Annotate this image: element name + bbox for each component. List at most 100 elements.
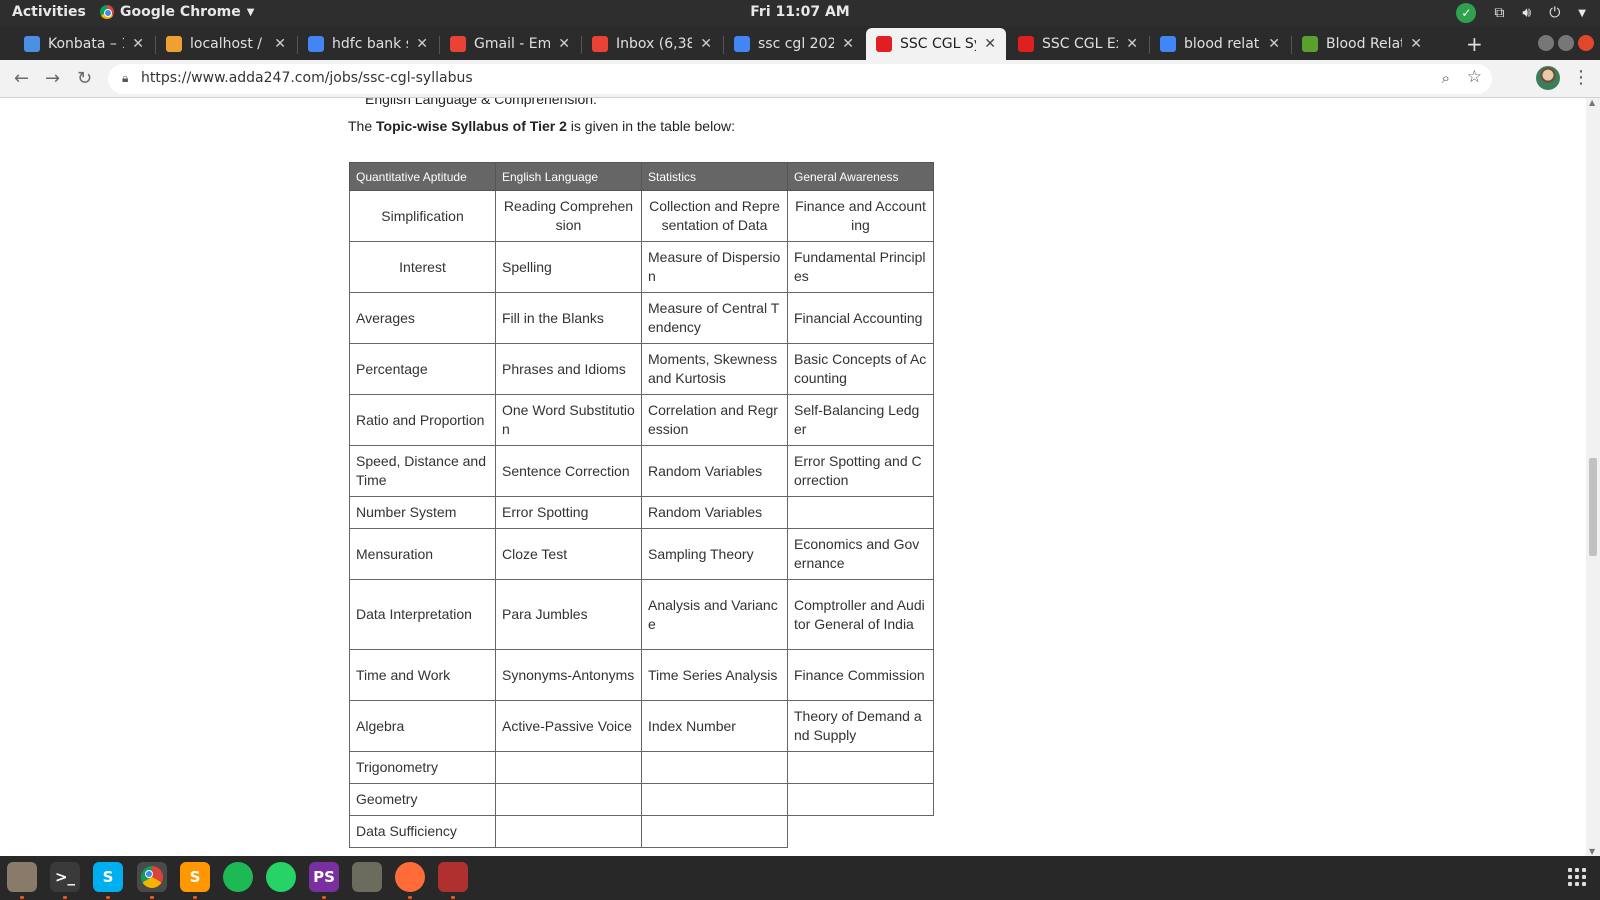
table-cell: Trigonometry: [349, 751, 496, 784]
table-cell: Synonyms-Antonyms: [495, 649, 642, 701]
address-bar[interactable]: 🔒︎ https://www.adda247.com/jobs/ssc-cgl-…: [108, 64, 1492, 94]
table-cell: Sampling Theory: [641, 528, 788, 580]
table-cell: Random Variables: [641, 445, 788, 497]
browser-tab[interactable]: SSC CGL Ex ✕: [1008, 28, 1148, 60]
screen-recorder-icon[interactable]: [438, 862, 468, 892]
spotify-icon[interactable]: [223, 862, 253, 892]
browser-tab[interactable]: ssc cgl 2020 ✕: [724, 28, 864, 60]
table-row: Percentage Phrases and Idioms Moments, Ske…: [349, 343, 934, 395]
back-arrow-icon[interactable]: ←: [14, 68, 29, 89]
app-menu[interactable]: Google Chrome ▼: [100, 4, 254, 20]
close-window-button[interactable]: [1578, 35, 1594, 51]
close-tab-icon[interactable]: ✕: [1268, 36, 1280, 52]
table-cell: [641, 751, 788, 784]
close-tab-icon[interactable]: ✕: [132, 36, 144, 52]
maximize-button[interactable]: [1558, 35, 1574, 51]
close-tab-icon[interactable]: ✕: [1126, 36, 1138, 52]
google-icon: [1160, 36, 1176, 52]
table-cell: Time Series Analysis: [641, 649, 788, 701]
chrome-icon[interactable]: [137, 862, 167, 892]
tab-title: SSC CGL Syl: [900, 36, 976, 52]
check-icon[interactable]: ✓: [1456, 3, 1477, 23]
page-scrollbar[interactable]: ▲ ▼: [1586, 98, 1600, 856]
new-tab-button[interactable]: +: [1466, 32, 1483, 56]
files-icon[interactable]: [7, 862, 37, 892]
zoom-icon[interactable]: ⌕: [1442, 69, 1450, 87]
activities-button[interactable]: Activities: [12, 4, 86, 20]
system-tray[interactable]: ✓ ⧉ 🔊︎ ⏻ ▼: [1456, 3, 1586, 23]
phpstorm-icon[interactable]: PS: [309, 862, 339, 892]
browser-tab[interactable]: Konbata – 1 ✕: [14, 28, 154, 60]
gimp-icon[interactable]: [352, 862, 382, 892]
volume-icon[interactable]: 🔊︎: [1522, 5, 1531, 21]
scroll-down-icon[interactable]: ▼: [1589, 847, 1595, 856]
browser-tab[interactable]: hdfc bank s ✕: [298, 28, 438, 60]
close-tab-icon[interactable]: ✕: [274, 36, 286, 52]
table-cell: Cloze Test: [495, 528, 642, 580]
table-cell: [641, 815, 788, 848]
google-icon: [308, 36, 324, 52]
browser-tab[interactable]: Inbox (6,38 ✕: [582, 28, 722, 60]
table-cell: Collection and Representation of Data: [641, 190, 788, 242]
table-row: Number System Error Spotting Random Variab…: [349, 496, 934, 529]
intro-prefix: The: [348, 118, 377, 134]
page-content: English Language & Comprehension. The To…: [0, 98, 1586, 856]
close-tab-icon[interactable]: ✕: [416, 36, 428, 52]
url-text[interactable]: https://www.adda247.com/jobs/ssc-cgl-syl…: [141, 70, 473, 86]
terminal-icon[interactable]: >_: [50, 862, 80, 892]
browser-tab[interactable]: blood relati ✕: [1150, 28, 1290, 60]
menu-dots-icon[interactable]: ⋮: [1572, 67, 1590, 88]
table-cell: Moments, Skewness and Kurtosis: [641, 343, 788, 395]
table-cell: Geometry: [349, 783, 496, 816]
close-tab-icon[interactable]: ✕: [984, 36, 996, 52]
close-tab-icon[interactable]: ✕: [558, 36, 570, 52]
table-header-row: Quantitative Aptitude English Language S…: [349, 162, 934, 191]
close-tab-icon[interactable]: ✕: [700, 36, 712, 52]
running-indicator: [193, 896, 197, 899]
browser-tab[interactable]: Blood Relat ✕: [1292, 28, 1432, 60]
browser-tab[interactable]: localhost / l ✕: [156, 28, 296, 60]
table-cell: Active-Passive Voice: [495, 700, 642, 752]
table-cell: Para Jumbles: [495, 579, 642, 650]
phpmyadmin-icon: [166, 36, 182, 52]
table-row: Geometry: [349, 783, 934, 816]
tab-title: blood relati: [1184, 36, 1261, 52]
list-item: English Language & Comprehension.: [365, 98, 597, 107]
dock-icon-glyph: PS: [313, 868, 335, 886]
dock-icon-glyph: S: [102, 868, 114, 886]
network-icon[interactable]: ⧉: [1494, 5, 1504, 21]
reload-icon[interactable]: ↻: [77, 68, 92, 89]
table-cell: Random Variables: [641, 496, 788, 529]
browser-toolbar: ← → ↻ 🔒︎ https://www.adda247.com/jobs/ss…: [0, 60, 1600, 98]
table-cell: Mensuration: [349, 528, 496, 580]
show-applications-icon[interactable]: [1568, 868, 1586, 886]
power-icon[interactable]: ⏻: [1549, 5, 1560, 21]
profile-avatar[interactable]: [1536, 66, 1560, 90]
close-tab-icon[interactable]: ✕: [1410, 36, 1422, 52]
table-row: Simplification Reading Comprehension Colle…: [349, 190, 934, 242]
bookmark-star-icon[interactable]: ☆: [1467, 67, 1482, 87]
table-cell: Speed, Distance and Time: [349, 445, 496, 497]
table-cell: [787, 496, 934, 529]
running-indicator: [150, 896, 154, 899]
adda247-icon: [1018, 36, 1034, 52]
postman-icon[interactable]: [395, 862, 425, 892]
scrollbar-thumb[interactable]: [1589, 458, 1597, 556]
close-tab-icon[interactable]: ✕: [842, 36, 854, 52]
header-english-language: English Language: [495, 162, 642, 191]
table-cell: Measure of Dispersion: [641, 241, 788, 293]
minimize-button[interactable]: [1538, 35, 1554, 51]
scroll-up-icon[interactable]: ▲: [1589, 98, 1595, 107]
forward-arrow-icon[interactable]: →: [45, 68, 60, 89]
lock-icon[interactable]: 🔒︎: [122, 71, 128, 86]
whatsapp-icon[interactable]: [266, 862, 296, 892]
table-cell-empty: [787, 815, 934, 848]
header-quantitative-aptitude: Quantitative Aptitude: [349, 162, 496, 191]
sublime-text-icon[interactable]: S: [180, 862, 210, 892]
running-indicator: [106, 896, 110, 899]
tab-title: Gmail - Ema: [474, 36, 551, 52]
browser-tab[interactable]: SSC CGL Syl ✕: [866, 28, 1006, 60]
skype-icon[interactable]: S: [93, 862, 123, 892]
chevron-down-icon[interactable]: ▼: [1578, 8, 1586, 19]
browser-tab[interactable]: Gmail - Ema ✕: [440, 28, 580, 60]
